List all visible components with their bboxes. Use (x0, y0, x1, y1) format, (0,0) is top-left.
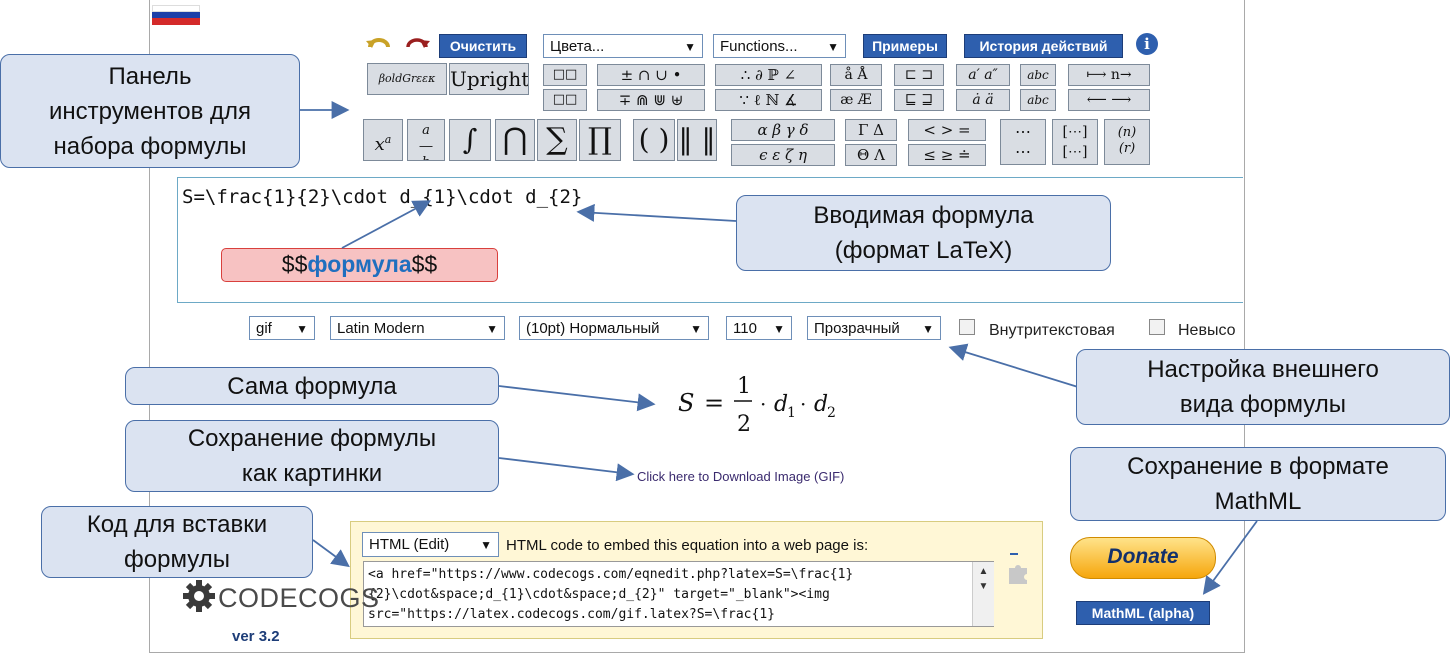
callout-line: Настройка внешнего (1147, 356, 1379, 383)
callout-appearance: Настройка внешнего вида формулы (1076, 349, 1450, 425)
callout-line: Код для вставки (86, 511, 268, 538)
callout-formula-input: Вводимая формула (формат LaTeX) (736, 195, 1111, 271)
callout-line: Панель (108, 62, 192, 90)
callout-line: набора формулы (53, 132, 247, 160)
callout-line: формулы (124, 546, 230, 573)
callout-save-image: Сохранение формулы как картинки (125, 420, 499, 492)
callout-line: как картинки (241, 460, 383, 487)
callout-formula-itself: Сама формула (125, 367, 499, 405)
callout-save-mathml: Сохранение в формате MathML (1070, 447, 1446, 521)
callout-line: MathML (1214, 488, 1302, 515)
callout-line: (формат LaTeX) (834, 237, 1013, 264)
callout-line: Сохранение в формате (1127, 453, 1389, 480)
callout-embed-code: Код для вставки формулы (41, 506, 313, 578)
callout-toolbar: Панель инструментов для набора формулы (0, 54, 300, 168)
callout-line: инструментов для (48, 97, 252, 125)
callout-line: Вводимая формула (813, 202, 1034, 229)
callout-line: вида формулы (1179, 391, 1347, 418)
callout-line: Сохранение формулы (187, 425, 437, 452)
